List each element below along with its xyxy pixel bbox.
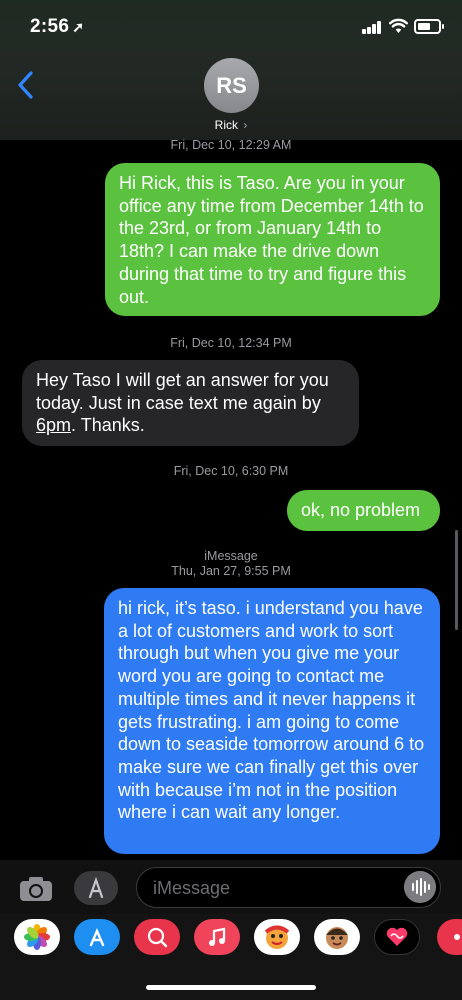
conversation-header: 2:56 ➚ RS Rick › bbox=[0, 0, 462, 140]
camera-icon[interactable] bbox=[19, 876, 53, 902]
web-search-icon[interactable] bbox=[134, 919, 180, 955]
chevron-right-icon: › bbox=[243, 118, 248, 132]
home-indicator[interactable] bbox=[146, 985, 316, 990]
time-link[interactable]: 6pm bbox=[36, 415, 71, 435]
message-bubble-sent[interactable]: Hi Rick, this is Taso. Are you in your o… bbox=[105, 163, 440, 316]
message-bubble-sent[interactable]: ok, no problem bbox=[287, 490, 440, 531]
message-input[interactable]: iMessage bbox=[136, 867, 441, 908]
audio-message-icon[interactable] bbox=[404, 871, 436, 903]
time-text: 2:56 bbox=[30, 16, 70, 37]
wifi-icon bbox=[389, 18, 408, 33]
memoji-2-icon[interactable] bbox=[314, 919, 360, 955]
status-bar: 2:56 ➚ bbox=[0, 0, 462, 48]
scrollbar[interactable] bbox=[455, 530, 458, 630]
message-text-end: . Thanks. bbox=[71, 415, 145, 436]
cellular-signal-icon bbox=[362, 21, 382, 34]
timestamp: Thu, Jan 27, 9:55 PM bbox=[171, 564, 291, 578]
app-store-icon[interactable] bbox=[74, 919, 120, 955]
battery-icon bbox=[414, 19, 444, 34]
message-bubble-sent[interactable]: hi rick, it’s taso. i understand you hav… bbox=[104, 588, 440, 854]
timestamp: Fri, Dec 10, 6:30 PM bbox=[173, 464, 289, 478]
message-bubble-received[interactable]: Hey Taso I will get an answer for you to… bbox=[22, 360, 359, 446]
location-icon: ➚ bbox=[72, 19, 85, 35]
timestamp: Fri, Dec 10, 12:29 AM bbox=[170, 138, 292, 152]
apps-button-icon[interactable] bbox=[73, 870, 119, 906]
status-time: 2:56 ➚ bbox=[30, 16, 84, 38]
avatar-initials: RS bbox=[216, 72, 247, 98]
photos-icon[interactable] bbox=[14, 919, 60, 955]
memoji-icon[interactable] bbox=[254, 919, 300, 955]
back-chevron-icon[interactable] bbox=[16, 70, 36, 100]
timestamp: Fri, Dec 10, 12:34 PM bbox=[170, 336, 292, 350]
input-placeholder: iMessage bbox=[153, 878, 231, 898]
message-text: hi rick, it’s taso. i understand you hav… bbox=[118, 598, 425, 823]
contact-name-button[interactable]: Rick › bbox=[0, 118, 462, 132]
message-text: Hey Taso I will get an answer for you to… bbox=[36, 370, 329, 413]
message-text: Hi Rick, this is Taso. Are you in your o… bbox=[119, 173, 424, 307]
contact-name: Rick bbox=[214, 118, 238, 132]
music-icon[interactable] bbox=[194, 919, 240, 955]
message-text: ok, no problem bbox=[301, 500, 421, 520]
contact-avatar[interactable]: RS bbox=[204, 58, 259, 113]
digital-touch-icon[interactable] bbox=[374, 919, 420, 955]
service-label: iMessage bbox=[204, 549, 258, 563]
